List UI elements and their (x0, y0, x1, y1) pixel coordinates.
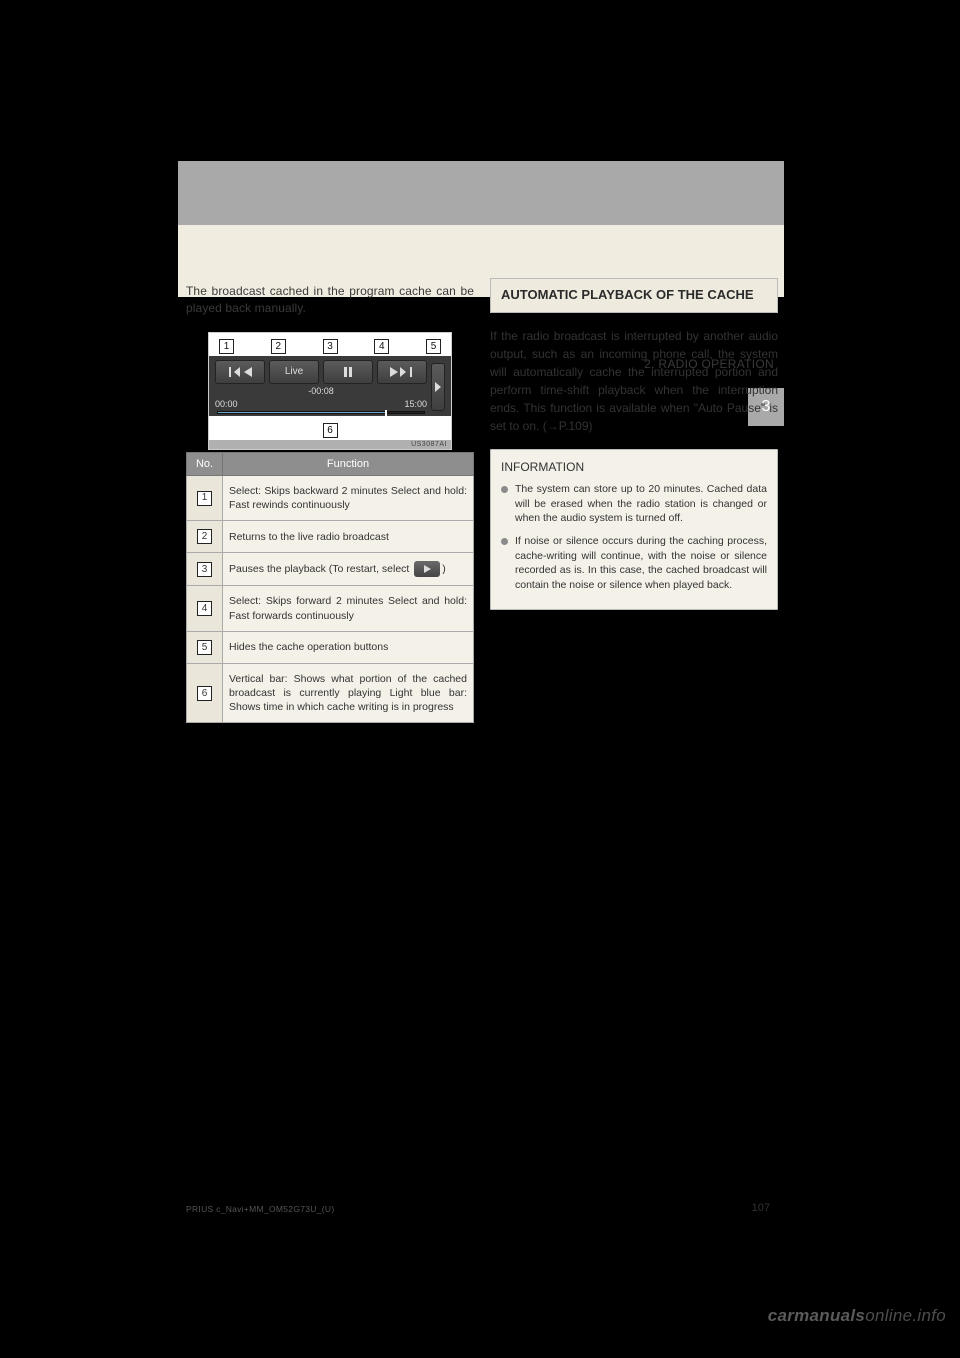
header-banner: 2. RADIO OPERATION (178, 161, 784, 225)
table-row: 4 Select: Skips forward 2 minutes Select… (187, 586, 474, 631)
info-bullet: The system can store up to 20 minutes. C… (501, 482, 767, 526)
position-cursor (385, 410, 387, 417)
watermark-a: carmanuals (768, 1306, 866, 1325)
body-paragraph: If the radio broadcast is interrupted by… (490, 327, 778, 435)
cache-bar (218, 412, 387, 413)
info-list: The system can store up to 20 minutes. C… (501, 482, 767, 593)
skip-fwd-icon (390, 367, 398, 377)
device-body: Live -00:08 00:00 (209, 356, 451, 416)
page-number: 107 (752, 1202, 770, 1214)
progress-bar (217, 411, 425, 414)
skip-back-icon2 (244, 367, 252, 377)
row-desc: Vertical bar: Shows what portion of the … (223, 663, 474, 723)
cache-device-figure: 1 2 3 4 5 Live (208, 332, 452, 450)
row-desc: Returns to the live radio broadcast (223, 521, 474, 553)
row-num: 2 (197, 529, 212, 544)
pause-button[interactable] (323, 360, 373, 384)
image-code: US3087AI (209, 440, 451, 449)
device-callout-row-top: 1 2 3 4 5 (209, 333, 451, 356)
function-table: No. Function 1 Select: Skips backward 2 … (186, 452, 474, 724)
row-num: 6 (197, 686, 212, 701)
col-no-header: No. (187, 452, 223, 475)
elapsed-time: 00:00 (215, 399, 238, 409)
live-button[interactable]: Live (269, 360, 319, 384)
info-bullet: If noise or silence occurs during the ca… (501, 534, 767, 593)
total-time: 15:00 (404, 399, 427, 409)
callout-1: 1 (219, 339, 234, 354)
callout-2: 2 (271, 339, 286, 354)
table-row: 2 Returns to the live radio broadcast (187, 521, 474, 553)
intro-text: The broadcast cached in the program cach… (186, 283, 474, 318)
row-desc: Select: Skips backward 2 minutes Select … (223, 475, 474, 520)
right-column: AUTOMATIC PLAYBACK OF THE CACHE If the r… (490, 278, 778, 610)
callout-3: 3 (323, 339, 338, 354)
callout-6: 6 (323, 423, 338, 438)
pause-icon (343, 367, 353, 377)
row-num: 3 (197, 562, 212, 577)
footer-doc-id: PRIUS c_Navi+MM_OM52G73U_(U) (186, 1204, 334, 1214)
table-row: 1 Select: Skips backward 2 minutes Selec… (187, 475, 474, 520)
chevron-right-icon (435, 382, 441, 392)
info-title: INFORMATION (501, 460, 767, 474)
watermark: carmanualsonline.info (768, 1306, 946, 1326)
row-num: 1 (197, 491, 212, 506)
play-icon (423, 565, 431, 573)
row-num: 5 (197, 640, 212, 655)
watermark-b: online.info (865, 1306, 946, 1325)
skip-back-icon (228, 367, 242, 377)
row-num: 4 (197, 601, 212, 616)
hide-panel-button[interactable] (431, 363, 445, 411)
callout-4: 4 (374, 339, 389, 354)
information-box: INFORMATION The system can store up to 2… (490, 449, 778, 610)
play-button-inline (414, 561, 440, 577)
device-callout-row-bottom: 6 (209, 416, 451, 440)
row-desc: Select: Skips forward 2 minutes Select a… (223, 586, 474, 631)
table-row: 3 Pauses the playback (To restart, selec… (187, 553, 474, 586)
row-desc: Hides the cache operation buttons (223, 631, 474, 663)
manual-page: 2. RADIO OPERATION 3 The broadcast cache… (0, 0, 960, 1358)
row-desc: Pauses the playback (To restart, select … (223, 553, 474, 586)
rewind-button[interactable] (215, 360, 265, 384)
left-column: The broadcast cached in the program cach… (186, 283, 474, 723)
subheading: AUTOMATIC PLAYBACK OF THE CACHE (490, 278, 778, 313)
col-function-header: Function (223, 452, 474, 475)
forward-button[interactable] (377, 360, 427, 384)
table-row: 6 Vertical bar: Shows what portion of th… (187, 663, 474, 723)
callout-5: 5 (426, 339, 441, 354)
table-row: 5 Hides the cache operation buttons (187, 631, 474, 663)
skip-fwd-icon2 (400, 367, 414, 377)
offset-time: -00:08 (308, 386, 334, 396)
